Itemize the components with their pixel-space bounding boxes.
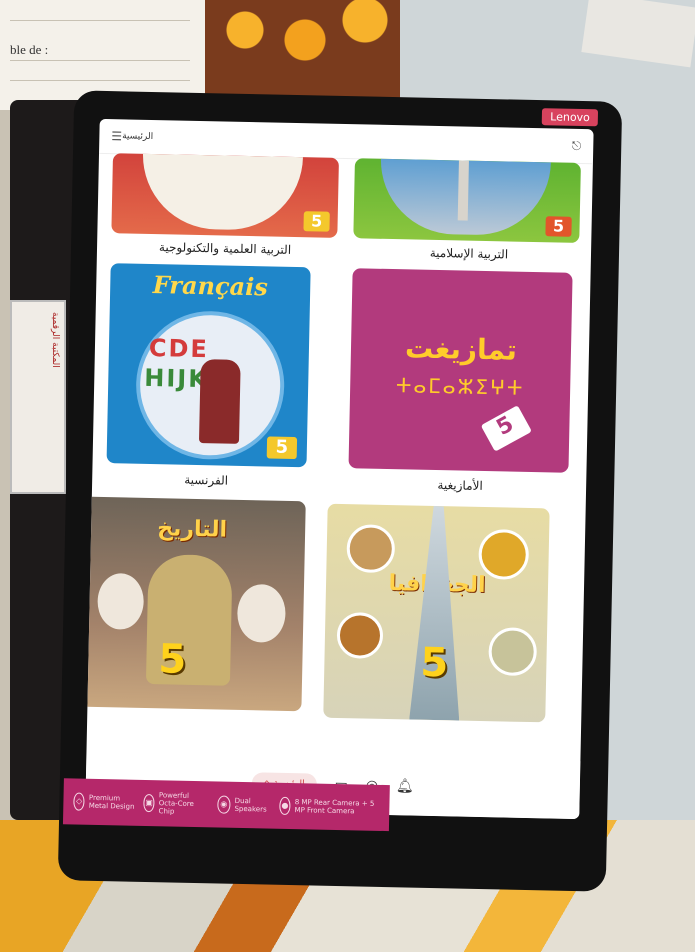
tablet: Lenovo ☰ الرئيسية ⎋ 5 التربية العلمية وا… (57, 90, 623, 892)
cover-subtitle: ⵜⴰⵎⴰⵣⵉⵖⵜ (395, 373, 525, 400)
promo-item: ◇ Premium Metal Design (73, 792, 135, 811)
book-label-geography (335, 724, 535, 728)
promo-sticker: ◇ Premium Metal Design ▣ Powerful Octa-C… (62, 778, 390, 832)
brand-logo: Lenovo (542, 108, 599, 127)
book-card-islamic[interactable]: 5 (353, 158, 581, 243)
book-card-french[interactable]: Français CDE HIJK 5 (106, 263, 311, 468)
grade-number: 5 (157, 636, 187, 683)
hamburger-icon[interactable]: ☰ (111, 129, 122, 143)
tablet-screen: ☰ الرئيسية ⎋ 5 التربية العلمية والتكنولو… (85, 118, 594, 820)
chip-icon: ▣ (143, 793, 155, 813)
cover-title: Français (152, 270, 269, 302)
grade-badge: 5 (545, 216, 572, 237)
sticker-card: المكتبة الرقمية (10, 300, 66, 494)
grade-number: 5 (419, 639, 449, 687)
paper-text: ble de : (10, 42, 49, 57)
sticker-text: المكتبة الرقمية (50, 312, 60, 368)
grade-badge: 5 (303, 211, 330, 232)
cover-title: التاريخ (156, 516, 228, 543)
promo-item: ● 8 MP Rear Camera + 5 MP Front Camera (278, 796, 380, 817)
cover-title: تمازيغت (404, 331, 518, 367)
camera-icon: ● (278, 796, 291, 816)
page-title: الرئيسية (122, 131, 154, 143)
book-label-french: الفرنسية (184, 472, 229, 488)
promo-item: ▣ Powerful Octa-Core Chip (143, 791, 209, 816)
book-label-history (85, 713, 275, 717)
book-card-geography[interactable]: الجغرافيا 5 (323, 503, 550, 723)
bell-icon[interactable]: 🔔︎ (396, 778, 414, 794)
grade-badge: 5 (480, 405, 532, 452)
shield-icon: ◇ (73, 792, 86, 811)
book-card-science[interactable]: 5 (111, 153, 339, 238)
logout-icon[interactable]: ⎋ (572, 138, 582, 153)
book-card-amazigh[interactable]: تمازيغت ⵜⴰⵎⴰⵣⵉⵖⵜ 5 (348, 268, 573, 473)
speaker-icon: ◉ (216, 795, 231, 814)
book-label-science: التربية العلمية والتكنولوجية (158, 240, 292, 257)
book-card-history[interactable]: التاريخ 5 (85, 496, 306, 712)
book-label-islamic: التربية الإسلامية (429, 245, 509, 262)
book-label-amazigh: الأمازيغية (437, 478, 483, 493)
grade-badge: 5 (266, 436, 298, 460)
promo-item: ◉ Dual Speakers (216, 795, 271, 814)
